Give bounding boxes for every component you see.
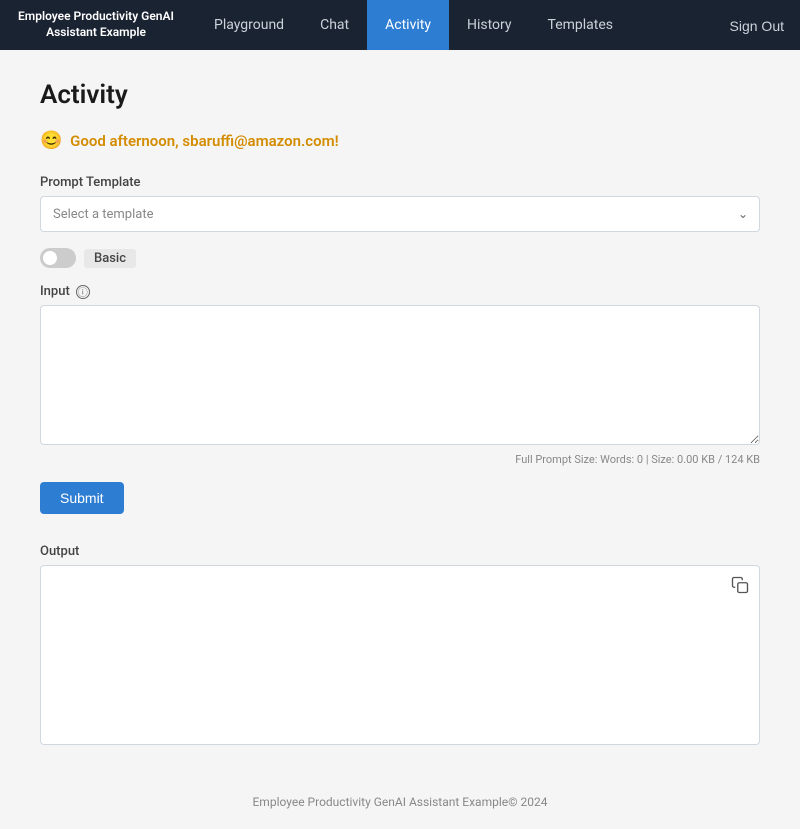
toggle-label: Basic xyxy=(84,249,136,268)
prompt-template-group: Prompt Template Select a template ⌄ xyxy=(40,175,760,232)
input-label: Input ⓘ xyxy=(40,284,760,299)
template-select-placeholder: Select a template xyxy=(53,207,153,222)
nav-item-chat[interactable]: Chat xyxy=(302,0,367,50)
input-group: Input ⓘ Full Prompt Size: Words: 0 | Siz… xyxy=(40,284,760,466)
nav-item-activity[interactable]: Activity xyxy=(367,0,449,50)
footer-text: Employee Productivity GenAI Assistant Ex… xyxy=(252,795,547,809)
output-box xyxy=(40,565,760,745)
chevron-down-icon: ⌄ xyxy=(738,207,748,221)
nav-item-templates[interactable]: Templates xyxy=(530,0,632,50)
sign-out-button[interactable]: Sign Out xyxy=(730,18,784,34)
footer: Employee Productivity GenAI Assistant Ex… xyxy=(0,765,800,829)
brand-logo: Employee Productivity GenAI Assistant Ex… xyxy=(16,9,176,40)
page-title: Activity xyxy=(40,80,760,110)
submit-button[interactable]: Submit xyxy=(40,482,124,514)
nav-item-playground[interactable]: Playground xyxy=(196,0,302,50)
main-content: Activity 😊 Good afternoon, sbaruffi@amaz… xyxy=(20,50,780,765)
basic-toggle[interactable] xyxy=(40,248,76,268)
template-select[interactable]: Select a template ⌄ xyxy=(40,196,760,232)
prompt-size-info: Full Prompt Size: Words: 0 | Size: 0.00 … xyxy=(40,453,760,466)
copy-icon[interactable] xyxy=(731,576,749,598)
input-textarea[interactable] xyxy=(40,305,760,445)
nav-menu: Playground Chat Activity History Templat… xyxy=(196,0,730,50)
template-select-wrapper: Select a template ⌄ xyxy=(40,196,760,232)
nav-item-history[interactable]: History xyxy=(449,0,530,50)
toggle-row: Basic xyxy=(40,248,760,268)
greeting-emoji: 😊 xyxy=(40,130,62,151)
input-info-icon[interactable]: ⓘ xyxy=(76,285,90,299)
greeting-text: Good afternoon, sbaruffi@amazon.com! xyxy=(70,132,338,150)
navbar-right: Sign Out xyxy=(730,16,784,35)
prompt-template-label: Prompt Template xyxy=(40,175,760,190)
navbar: Employee Productivity GenAI Assistant Ex… xyxy=(0,0,800,50)
output-label: Output xyxy=(40,544,760,559)
output-section: Output xyxy=(40,544,760,745)
greeting-message: 😊 Good afternoon, sbaruffi@amazon.com! xyxy=(40,130,760,151)
